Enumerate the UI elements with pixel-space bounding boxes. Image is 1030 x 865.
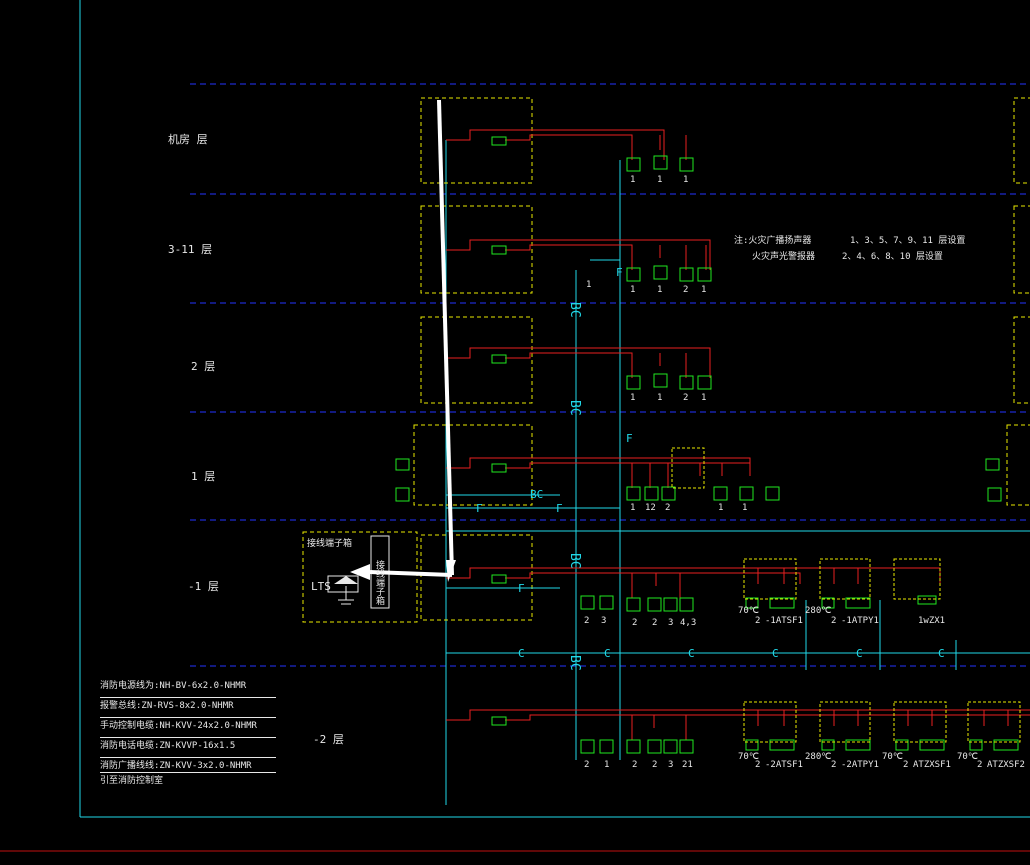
equip-count: 2 — [831, 760, 837, 770]
riser-label-bc: BC — [567, 302, 582, 318]
count: 2 — [683, 285, 689, 295]
note-alarm-title: 火灾声光警报器 — [752, 252, 816, 262]
count: 1 — [630, 175, 636, 185]
floor-label-2: 2 层 — [191, 360, 216, 373]
equip-temp: 280℃ — [805, 752, 832, 762]
count: 1 — [683, 175, 689, 185]
count: 1 — [701, 393, 707, 403]
equip-count: 2 — [903, 760, 909, 770]
count: 2 — [683, 393, 689, 403]
equip-count: 2 — [977, 760, 983, 770]
legend-row: 报警总线:ZN-RVS-8x2.0-NHMR — [100, 698, 276, 718]
count: 3 — [668, 760, 674, 770]
svg-text:C: C — [604, 647, 611, 660]
svg-text:C: C — [938, 647, 945, 660]
note-alarm-floors: 2、4、6、8、10 层设置 — [842, 252, 943, 262]
svg-text:C: C — [688, 647, 695, 660]
count: 12 — [645, 503, 656, 513]
svg-text:C: C — [518, 647, 525, 660]
floor-label-roof: 机房 层 — [168, 133, 208, 146]
cable-legend: 消防电源线为:NH-BV-6x2.0-NHMR 报警总线:ZN-RVS-8x2.… — [100, 678, 276, 787]
legend-row: 消防电源线为:NH-BV-6x2.0-NHMR — [100, 678, 276, 698]
note-speaker-title: 注:火灾广播扬声器 — [734, 236, 812, 246]
legend-row: 消防广播线线:ZN-KVV-3x2.0-NHMR — [100, 758, 276, 773]
legend-row: 消防电话电缆:ZN-KVVP-16x1.5 — [100, 738, 276, 758]
count: 1 — [630, 393, 636, 403]
floor-label-b2: -2 层 — [313, 733, 344, 746]
count: 1 — [657, 285, 663, 295]
svg-text:C: C — [856, 647, 863, 660]
count: 1 — [630, 285, 636, 295]
equip-count: 2 — [755, 616, 761, 626]
equip-tag: -2ATSF1 — [765, 760, 803, 770]
equip-tag: 1wZX1 — [918, 616, 946, 626]
count: 2 — [584, 616, 590, 626]
equip-count: 2 — [831, 616, 837, 626]
riser-label-bc: BC — [567, 400, 582, 416]
svg-text:F: F — [616, 266, 623, 279]
count: 4,3 — [680, 618, 697, 628]
count: 1 — [630, 503, 636, 513]
equip-count: 2 — [755, 760, 761, 770]
equipment-boxes — [671, 447, 1021, 743]
count: 1 — [742, 503, 748, 513]
terminal-box-title: 接线端子箱 — [307, 539, 353, 549]
count: 2 — [632, 760, 638, 770]
equip-temp: 70℃ — [957, 752, 978, 762]
count: 3 — [668, 618, 674, 628]
equip-temp: 280℃ — [805, 606, 832, 616]
count: 1 — [657, 175, 663, 185]
svg-text:F: F — [626, 432, 633, 445]
count: 1 — [701, 285, 707, 295]
annotation-arrow — [350, 99, 456, 582]
count: 2 — [632, 618, 638, 628]
riser-label-bc: BC — [567, 553, 582, 569]
svg-text:C: C — [772, 647, 779, 660]
count: 1 — [657, 393, 663, 403]
terminal-strip-label: 接线端子箱 — [374, 560, 384, 605]
note-speaker-floors: 1、3、5、7、9、11 层设置 — [850, 236, 966, 246]
equip-tag: -1ATPY1 — [841, 616, 879, 626]
count: 1 — [718, 503, 724, 513]
lts-label: LTS — [311, 580, 331, 593]
module-boxes — [302, 97, 1030, 623]
count: 21 — [682, 760, 693, 770]
floor-label-b1: -1 层 — [188, 580, 219, 593]
svg-text:BC: BC — [530, 488, 543, 501]
equip-tag: ATZXSF1 — [913, 760, 951, 770]
equip-tag: ATZXSF2 — [987, 760, 1025, 770]
equip-temp: 70℃ — [882, 752, 903, 762]
count: 3 — [601, 616, 607, 626]
count: 1 — [604, 760, 610, 770]
floor-dividers — [190, 83, 1030, 667]
equip-tag: -2ATPY1 — [841, 760, 879, 770]
count: 2 — [652, 618, 658, 628]
floor-label-1: 1 层 — [191, 470, 216, 483]
riser-label-bc: BC — [567, 655, 582, 671]
svg-text:F: F — [518, 582, 525, 595]
equip-tag: -1ATSF1 — [765, 616, 803, 626]
floor-label-3-11: 3-11 层 — [168, 243, 213, 256]
count: 2 — [584, 760, 590, 770]
device-symbols — [395, 136, 1019, 754]
count: 2 — [652, 760, 658, 770]
equip-temp: 70℃ — [738, 606, 759, 616]
svg-text:F: F — [556, 502, 563, 515]
svg-text:F: F — [476, 502, 483, 515]
legend-row: 引至消防控制室 — [100, 776, 164, 786]
count: 1 — [586, 280, 592, 290]
legend-row: 手动控制电缆:NH-KVV-24x2.0-NHMR — [100, 718, 276, 738]
count: 2 — [665, 503, 671, 513]
